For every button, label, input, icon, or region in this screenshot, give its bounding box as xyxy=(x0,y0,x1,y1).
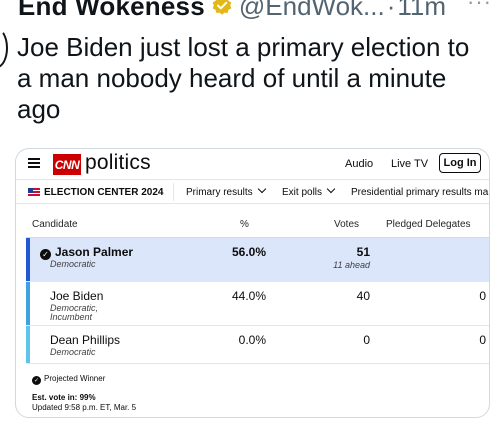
election-center-title[interactable]: ELECTION CENTER 2024 xyxy=(44,187,163,198)
primary-results-label: Primary results xyxy=(186,187,253,198)
vote-count: 51 xyxy=(356,245,370,259)
login-button[interactable]: Log In xyxy=(439,153,481,173)
party-color-bar xyxy=(26,238,30,281)
table-row[interactable]: Joe Biden Democratic, Incumbent 44.0% 40… xyxy=(26,282,489,326)
candidate-name: Joe Biden xyxy=(50,289,104,303)
header-candidate: Candidate xyxy=(32,219,78,230)
lead-margin: 11 ahead xyxy=(333,260,370,270)
header-votes: Votes xyxy=(334,219,360,230)
tweet-header: End Wokeness @EndWok... · 11m ··· xyxy=(0,0,500,21)
checkmark-icon: ✓ xyxy=(32,376,41,385)
divider xyxy=(173,183,174,201)
candidate-party: Democratic xyxy=(50,347,96,357)
vote-percent: 0.0% xyxy=(238,333,266,347)
projected-winner-legend: ✓ Projected Winner xyxy=(32,374,105,385)
audio-link[interactable]: Audio xyxy=(345,158,373,170)
election-center-bar: ELECTION CENTER 2024 Primary results Exi… xyxy=(16,179,489,204)
pledged-delegates: 0 xyxy=(479,289,486,303)
tweet-time[interactable]: 11m xyxy=(397,0,446,22)
presidential-results-link[interactable]: Presidential primary results ma xyxy=(351,187,488,198)
live-tv-link[interactable]: Live TV xyxy=(391,158,428,170)
projected-winner-label: Projected Winner xyxy=(44,374,106,383)
chevron-down-icon xyxy=(257,184,266,194)
candidate-status: Incumbent xyxy=(50,312,93,322)
vote-percent: 44.0% xyxy=(231,289,266,303)
table-row[interactable]: ✓ Jason Palmer Democratic 56.0% 51 11 ahe… xyxy=(26,238,489,282)
candidate-party: Democratic xyxy=(50,259,96,269)
vote-count: 40 xyxy=(356,289,370,303)
more-options-icon[interactable]: ··· xyxy=(467,0,492,15)
hamburger-menu-icon[interactable] xyxy=(28,158,40,168)
exit-polls-label: Exit polls xyxy=(282,187,323,198)
section-title[interactable]: politics xyxy=(85,151,151,175)
avatar[interactable] xyxy=(0,28,8,68)
party-color-bar xyxy=(26,282,30,325)
table-row[interactable]: Dean Phillips Democratic 0.0% 0 0 xyxy=(26,326,489,364)
author-handle[interactable]: @EndWok... xyxy=(239,0,385,22)
vote-count: 0 xyxy=(363,333,370,347)
candidate-name: ✓ Jason Palmer xyxy=(40,245,133,260)
exit-polls-dropdown[interactable]: Exit polls xyxy=(282,184,336,198)
author-name[interactable]: End Wokeness xyxy=(18,0,205,22)
cnn-header: CNN politics Audio Live TV Log In xyxy=(16,149,489,179)
tweet-media-card[interactable]: CNN politics Audio Live TV Log In ELECTI… xyxy=(15,148,490,418)
header-delegates: Pledged Delegates xyxy=(386,219,471,230)
vote-percent: 56.0% xyxy=(231,245,266,259)
chevron-down-icon xyxy=(326,184,336,194)
primary-results-dropdown[interactable]: Primary results xyxy=(186,184,266,198)
last-updated: Updated 9:58 p.m. ET, Mar. 5 xyxy=(32,403,137,412)
candidate-name: Dean Phillips xyxy=(50,333,121,347)
results-table-header: Candidate % Votes Pledged Delegates xyxy=(16,217,489,237)
cnn-logo[interactable]: CNN xyxy=(53,154,81,175)
us-flag-icon xyxy=(28,188,40,197)
estimated-vote: Est. vote in: 99% xyxy=(32,393,96,402)
pledged-delegates: 0 xyxy=(479,333,486,347)
tweet-text: Joe Biden just lost a primary election t… xyxy=(17,32,470,124)
dot-separator: · xyxy=(386,0,396,21)
candidate-name-text: Jason Palmer xyxy=(55,245,134,259)
header-percent: % xyxy=(240,219,249,230)
verified-badge-icon xyxy=(211,0,233,17)
party-color-bar xyxy=(26,326,30,363)
